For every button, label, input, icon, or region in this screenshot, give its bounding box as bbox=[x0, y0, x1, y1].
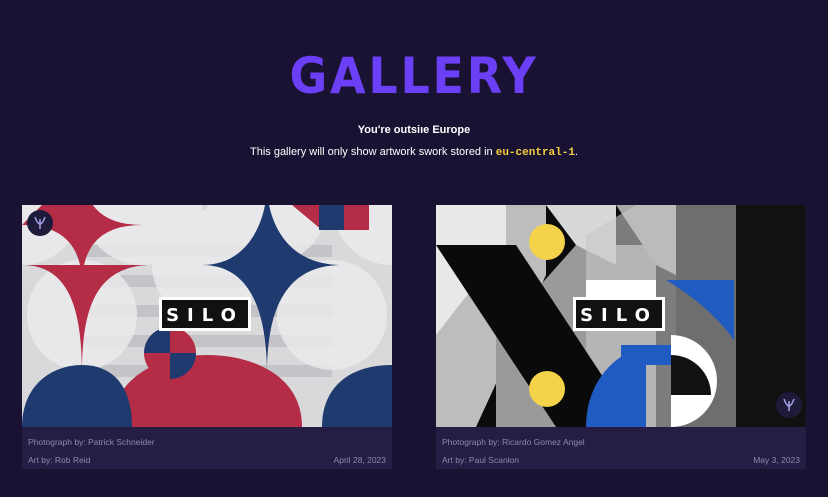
art-credit: Art by: Rob Reid bbox=[28, 455, 91, 465]
card-date: April 28, 2023 bbox=[333, 455, 386, 465]
gallery-card[interactable]: SILO Photograph by: Patrick Schneider Ar… bbox=[22, 205, 392, 469]
card-meta: Photograph by: Patrick Schneider Art by:… bbox=[22, 427, 392, 469]
gallery-card[interactable]: SILO Photograph by: Ricardo Gomez Angel … bbox=[436, 205, 806, 469]
silo-badge-text: SILO bbox=[166, 305, 244, 326]
photo-credit: Photograph by: Ricardo Gomez Angel bbox=[442, 437, 585, 447]
gallery-description: This gallery will only show artwork swor… bbox=[0, 146, 828, 159]
description-suffix: . bbox=[574, 146, 579, 158]
card-date: May 3, 2023 bbox=[753, 455, 800, 465]
region-code: eu-central-1 bbox=[495, 147, 575, 159]
card-meta: Photograph by: Ricardo Gomez Angel Art b… bbox=[436, 427, 806, 469]
page-title: GALLERY bbox=[289, 47, 539, 105]
description-text: This gallery will only show artwork swor… bbox=[249, 146, 493, 158]
silo-badge-text: SILO bbox=[580, 305, 658, 326]
photo-credit: Photograph by: Patrick Schneider bbox=[28, 437, 155, 447]
location-notice: You're outsiıe Europe bbox=[357, 124, 471, 136]
artwork-image[interactable]: SILO bbox=[436, 205, 806, 427]
artwork-image[interactable]: SILO bbox=[22, 205, 392, 427]
art-credit: Art by: Paul Scanlon bbox=[442, 455, 520, 465]
